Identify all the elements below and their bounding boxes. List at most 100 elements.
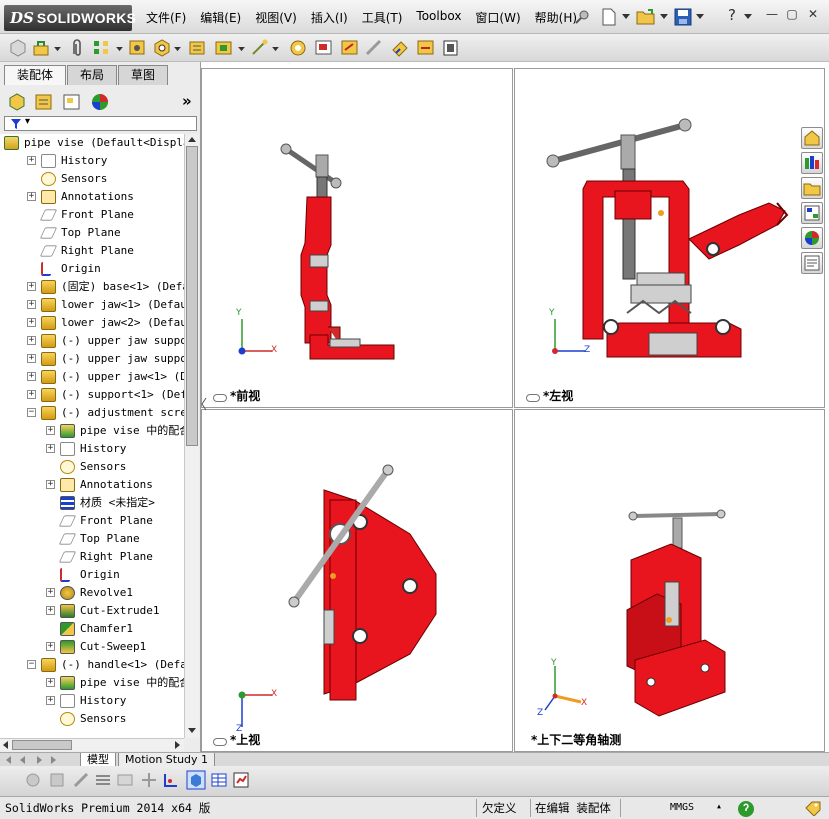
tree-item[interactable]: Right Plane — [0, 242, 184, 260]
viewport-top[interactable]: X Z *上视 — [201, 409, 513, 752]
menu-window[interactable]: 窗口(W) — [475, 9, 520, 26]
minimize-button[interactable]: — — [764, 8, 780, 22]
dropdown-icon[interactable] — [272, 47, 279, 52]
view-palette-icon[interactable] — [801, 202, 823, 224]
dropdown-icon[interactable] — [116, 47, 123, 52]
help-button[interactable]: ? — [724, 8, 740, 23]
new-document-icon[interactable] — [600, 8, 618, 26]
dropdown-icon[interactable] — [54, 47, 61, 52]
close-button[interactable]: ✕ — [805, 8, 821, 22]
units-dropdown-icon[interactable]: ▴ — [716, 801, 722, 812]
tree-expander-icon[interactable]: + — [27, 156, 36, 165]
smart-fasteners-icon[interactable] — [128, 38, 148, 58]
menu-tools[interactable]: 工具(T) — [362, 9, 403, 26]
paperclip-icon[interactable] — [68, 38, 86, 58]
mate-icon[interactable] — [32, 38, 52, 58]
tab-motion-study[interactable]: Motion Study 1 — [118, 753, 216, 767]
tree-expander-icon[interactable]: − — [27, 408, 36, 417]
tree-expander-icon[interactable]: + — [46, 426, 55, 435]
tree-item[interactable]: + lower jaw<1> (Default<<D — [0, 296, 184, 314]
tree-item[interactable]: Top Plane — [0, 224, 184, 242]
scroll-left-icon[interactable] — [2, 741, 8, 749]
tree-filter[interactable]: ▾ — [4, 116, 197, 131]
tree-item[interactable]: + Cut-Sweep1 — [0, 638, 184, 656]
instant3d-icon[interactable] — [390, 38, 410, 58]
new-motion-study-icon[interactable] — [288, 38, 308, 58]
shaded-cube-icon[interactable] — [186, 770, 206, 790]
tree-item[interactable]: Sensors — [0, 710, 184, 728]
menu-edit[interactable]: 编辑(E) — [200, 9, 241, 26]
tree-expander-icon[interactable]: + — [27, 318, 36, 327]
show-hidden-icon[interactable] — [188, 38, 208, 58]
design-library-icon[interactable] — [801, 152, 823, 174]
help-dropdown-icon[interactable] — [744, 14, 752, 20]
tree-expander-icon[interactable]: + — [27, 282, 36, 291]
menu-help[interactable]: 帮助(H) — [535, 9, 577, 26]
filter-dropdown-icon[interactable]: ▾ — [25, 116, 30, 127]
tree-item[interactable]: Front Plane — [0, 512, 184, 530]
tree-item[interactable]: Right Plane — [0, 548, 184, 566]
expand-panel-button[interactable]: » — [182, 92, 192, 110]
save-dropdown-icon[interactable] — [696, 14, 704, 20]
tree-horizontal-scrollbar[interactable] — [0, 738, 184, 751]
tree-expander-icon[interactable]: + — [46, 480, 55, 489]
tree-item[interactable]: + pipe vise 中的配合 — [0, 674, 184, 692]
tree-expander-icon[interactable]: + — [27, 372, 36, 381]
restore-button[interactable]: ▢ — [784, 8, 800, 22]
tree-item[interactable]: Origin — [0, 260, 184, 278]
collapse-pane-icon[interactable] — [201, 392, 207, 416]
bill-of-materials-icon[interactable] — [314, 38, 334, 58]
scroll-down-icon[interactable] — [188, 728, 196, 734]
tree-item[interactable]: pipe vise (Default<Display — [0, 134, 184, 152]
tree-expander-icon[interactable]: + — [27, 336, 36, 345]
tree-item[interactable]: Sensors — [0, 170, 184, 188]
tree-expander-icon[interactable]: + — [46, 588, 55, 597]
tree-item[interactable]: + (-) upper jaw support<2> — [0, 350, 184, 368]
display-manager-icon[interactable] — [90, 92, 110, 112]
tree-expander-icon[interactable]: + — [46, 678, 55, 687]
tree-item[interactable]: + (-) upper jaw<1> (Defaul — [0, 368, 184, 386]
save-icon[interactable] — [674, 8, 692, 26]
tool-5-icon[interactable] — [116, 771, 134, 789]
pin-icon[interactable] — [574, 9, 590, 25]
tree-expander-icon[interactable]: + — [27, 354, 36, 363]
tree-item[interactable]: + lower jaw<2> (Default<<D — [0, 314, 184, 332]
custom-properties-icon[interactable] — [801, 252, 823, 274]
units-selector[interactable]: MMGS — [670, 802, 694, 813]
hscroll-thumb[interactable] — [12, 740, 72, 750]
tree-item[interactable]: + (固定) base<1> (Default< — [0, 278, 184, 296]
tab-scroll-arrows-icon[interactable] — [4, 755, 80, 765]
tree-expander-icon[interactable]: + — [27, 192, 36, 201]
menu-view[interactable]: 视图(V) — [255, 9, 297, 26]
new-dropdown-icon[interactable] — [622, 14, 630, 20]
tree-item[interactable]: − (-) handle<1> (Default< — [0, 656, 184, 674]
explode-line-icon[interactable] — [364, 38, 384, 58]
tree-item[interactable]: + Annotations — [0, 476, 184, 494]
viewport-front[interactable]: Y X *前视 — [201, 68, 513, 408]
tree-expander-icon[interactable]: + — [27, 390, 36, 399]
configuration-manager-icon[interactable] — [62, 92, 82, 112]
move-component-icon[interactable] — [152, 38, 172, 58]
tree-expander-icon[interactable]: + — [46, 696, 55, 705]
tree-item[interactable]: + pipe vise 中的配合 — [0, 422, 184, 440]
appearances-icon[interactable] — [801, 227, 823, 249]
tree-vertical-scrollbar[interactable] — [184, 134, 199, 738]
tab-model[interactable]: 模型 — [80, 753, 116, 767]
tree-item[interactable]: Front Plane — [0, 206, 184, 224]
tree-item[interactable]: 材质 <未指定> — [0, 494, 184, 512]
table-icon[interactable] — [210, 771, 228, 789]
file-explorer-icon[interactable] — [801, 177, 823, 199]
tree-item[interactable]: + Revolve1 — [0, 584, 184, 602]
menu-toolbox[interactable]: Toolbox — [416, 9, 461, 26]
tree-item[interactable]: Top Plane — [0, 530, 184, 548]
property-manager-icon[interactable] — [34, 92, 54, 112]
assembly-features-icon[interactable] — [214, 38, 234, 58]
scroll-thumb[interactable] — [186, 146, 198, 446]
axis-tool-icon[interactable] — [162, 771, 180, 789]
reference-geometry-icon[interactable] — [250, 38, 270, 58]
tree-expander-icon[interactable]: + — [46, 444, 55, 453]
tree-item[interactable]: + Cut-Extrude1 — [0, 602, 184, 620]
viewport-left[interactable]: Y Z *左视 — [514, 68, 825, 408]
tree-expander-icon[interactable]: − — [27, 660, 36, 669]
viewport-isometric[interactable]: Y X Z *上下二等角轴测 — [514, 409, 825, 752]
